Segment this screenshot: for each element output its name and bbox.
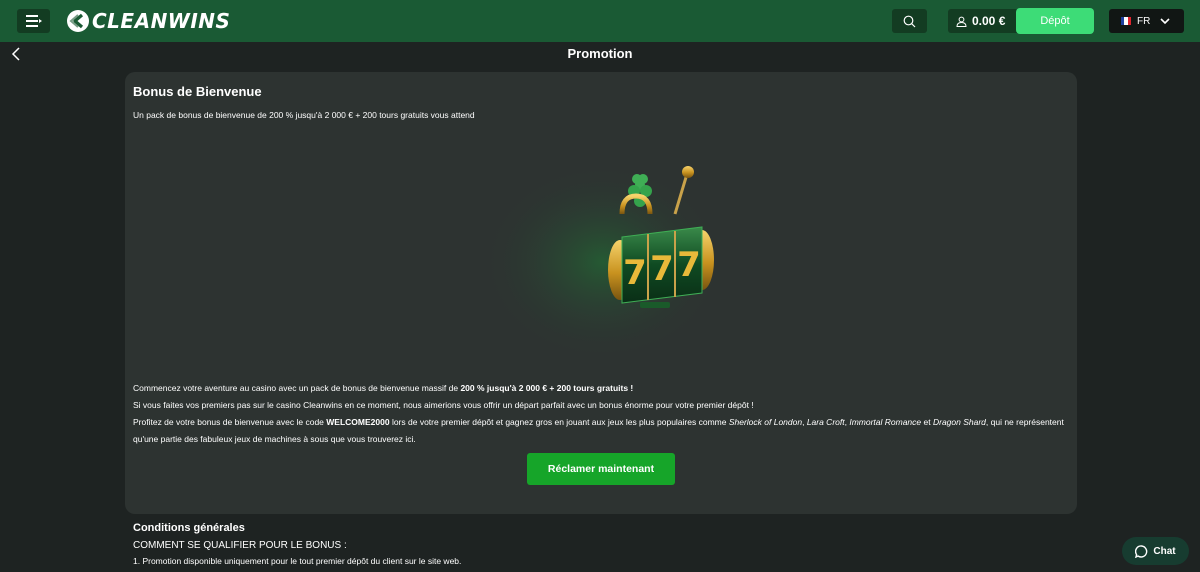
svg-text:7: 7: [650, 249, 674, 289]
top-header: CLEANWINS 0.00 € Dépôt FR: [0, 0, 1200, 42]
description-line-1: Commencez votre aventure au casino avec …: [133, 380, 1068, 397]
chat-button[interactable]: Chat: [1122, 537, 1189, 565]
game-link[interactable]: Immortal Romance: [849, 417, 921, 427]
promotion-title: Bonus de Bienvenue: [133, 84, 262, 99]
promotion-description: Commencez votre aventure au casino avec …: [133, 380, 1068, 448]
promotion-card: Bonus de Bienvenue Un pack de bonus de b…: [125, 72, 1077, 514]
chat-label: Chat: [1153, 545, 1176, 557]
description-line-3: Profitez de votre bonus de bienvenue ave…: [133, 414, 1068, 448]
game-link[interactable]: Dragon Shard: [933, 417, 986, 427]
balance-amount: 0.00 €: [972, 14, 1006, 28]
search-button[interactable]: [892, 9, 927, 33]
language-selector[interactable]: FR: [1109, 9, 1184, 33]
terms-item: 1. Promotion disponible uniquement pour …: [133, 556, 462, 566]
claim-now-button[interactable]: Réclamer maintenant: [527, 453, 675, 485]
search-icon: [903, 15, 916, 27]
page-title: Promotion: [567, 46, 633, 61]
terms-subtitle: COMMENT SE QUALIFIER POUR LE BONUS :: [133, 540, 347, 551]
game-link[interactable]: Lara Croft: [807, 417, 845, 427]
cleanwins-logo-icon: [67, 10, 89, 32]
france-flag-icon: [1121, 17, 1131, 25]
description-line-2: Si vous faites vos premiers pas sur le c…: [133, 400, 754, 410]
line3-mid: lors de votre premier dépôt et gagnez gr…: [389, 417, 729, 427]
balance-display[interactable]: 0.00 €: [948, 9, 1018, 33]
terms-title: Conditions générales: [133, 522, 245, 534]
logo-text: CLEANWINS: [92, 9, 231, 33]
slot-machine-illustration: 7 7 7: [480, 152, 725, 352]
promo-code: WELCOME2000: [326, 417, 390, 427]
user-icon: [956, 16, 967, 27]
line1-highlight: 200 % jusqu'à 2 000 € + 200 tours gratui…: [460, 383, 634, 393]
chat-bubble-icon: [1135, 544, 1148, 558]
svg-text:7: 7: [677, 245, 701, 285]
site-logo[interactable]: CLEANWINS: [66, 8, 230, 34]
game-link[interactable]: Sherlock of London: [729, 417, 802, 427]
line1-text: Commencez votre aventure au casino avec …: [133, 383, 461, 393]
chevron-down-icon: [1160, 17, 1170, 24]
hamburger-menu-icon: [25, 15, 42, 27]
language-label: FR: [1137, 15, 1151, 27]
promotion-subtitle: Un pack de bonus de bienvenue de 200 % j…: [133, 110, 475, 120]
deposit-button[interactable]: Dépôt: [1016, 8, 1094, 34]
svg-text:7: 7: [623, 253, 647, 293]
separator: et: [921, 417, 933, 427]
line3-text: Profitez de votre bonus de bienvenue ave…: [133, 417, 327, 427]
menu-button[interactable]: [17, 9, 50, 33]
